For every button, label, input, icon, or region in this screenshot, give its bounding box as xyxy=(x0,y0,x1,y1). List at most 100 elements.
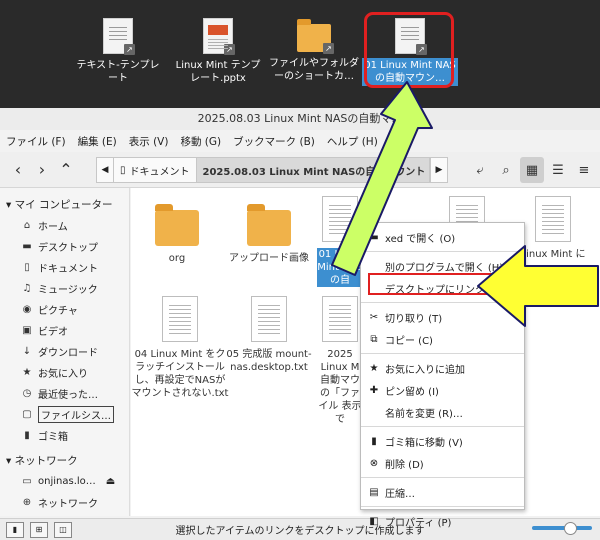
file-item-folder-upload-images[interactable]: アップロード画像 xyxy=(223,198,315,265)
properties-icon: ◧ xyxy=(369,515,379,527)
star-icon: ★ xyxy=(369,362,379,374)
menu-bookmarks[interactable]: ブックマーク (B) xyxy=(233,134,315,149)
forward-button[interactable]: › xyxy=(30,157,54,183)
back-button[interactable]: ‹ xyxy=(6,157,30,183)
menu-item-label: 切り取り (T) xyxy=(385,313,443,325)
eject-icon[interactable]: ⏏ xyxy=(106,476,115,487)
sidebar-section-network[interactable]: ▾ ネットワーク xyxy=(0,450,129,471)
sidebar-item-label: ピクチャ xyxy=(38,306,78,317)
window-titlebar[interactable]: 2025.08.03 Linux Mint NASの自動マ… xyxy=(0,108,600,130)
link-arrow-icon: ↗ xyxy=(124,44,135,55)
sidebar-item-label: ビデオ xyxy=(38,327,68,338)
menu-separator xyxy=(361,251,524,252)
sidebar-item-recent[interactable]: ◷ 最近使った… xyxy=(0,383,129,404)
menu-file[interactable]: ファイル (F) xyxy=(6,134,66,149)
sidebar-item-nas[interactable]: ▭ onjinas.lo… ⏏ xyxy=(0,471,129,492)
menu-item-label: 削除 (D) xyxy=(385,459,424,471)
network-icon: ⊕ xyxy=(22,497,32,508)
breadcrumb-right-arrow[interactable]: ▶ xyxy=(430,157,448,183)
menu-separator xyxy=(361,302,524,303)
file-item-04-txt[interactable]: 04 Linux Mint をクラッチインストールし、再設定でNASがマウントさ… xyxy=(131,296,229,400)
sidebar-item-pictures[interactable]: ◉ ピクチャ xyxy=(0,299,129,320)
zoom-slider[interactable] xyxy=(532,522,592,535)
file-label: 2025 Linux M 自動マウ の「ファイル 表示で xyxy=(318,349,362,425)
file-label: org xyxy=(168,253,186,264)
compact-view-button[interactable]: ≡ xyxy=(572,157,596,183)
desktop-icon-label: ファイルやフォルダーのショートカ… xyxy=(269,58,359,82)
archive-icon: ▤ xyxy=(369,486,379,498)
document-icon xyxy=(251,296,287,342)
video-icon: ▣ xyxy=(22,325,32,336)
menubar: ファイル (F) 編集 (E) 表示 (V) 移動 (G) ブックマーク (B)… xyxy=(0,130,600,152)
document-icon xyxy=(322,296,358,342)
sidebar-item-home[interactable]: ⌂ ホーム xyxy=(0,215,129,236)
sidebar-item-network[interactable]: ⊕ ネットワーク xyxy=(0,492,129,513)
menu-separator xyxy=(361,353,524,354)
menu-item-delete[interactable]: ⊗ 削除 (D) xyxy=(361,452,524,474)
file-item-folder-org[interactable]: org xyxy=(131,198,223,265)
sidebar-item-trash[interactable]: ▮ ゴミ箱 xyxy=(0,425,129,446)
menu-item-add-favorite[interactable]: ★ お気に入りに追加 xyxy=(361,357,524,379)
sidebar-item-documents[interactable]: ▯ ドキュメント xyxy=(0,257,129,278)
home-icon: ⌂ xyxy=(23,220,31,231)
menu-item-open-xed[interactable]: ▬ xed で開く (O) xyxy=(361,226,524,248)
context-menu: ▬ xed で開く (O) 別のプログラムで開く (H) デスクトップにリンクを作… xyxy=(360,222,525,529)
sidebar-item-filesystem[interactable]: ▢ ファイルシス… xyxy=(0,404,129,425)
up-button[interactable]: ⌃ xyxy=(54,157,78,183)
link-arrow-icon: ↗ xyxy=(224,44,235,55)
menu-item-label: お気に入りに追加 xyxy=(385,364,465,376)
menu-edit[interactable]: 編集 (E) xyxy=(78,134,117,149)
sidebar-item-label: onjinas.lo… xyxy=(38,476,96,487)
sidebar-item-downloads[interactable]: ↓ ダウンロード xyxy=(0,341,129,362)
breadcrumb: ◀ ▯ ドキュメント 2025.08.03 Linux Mint NASの自動マ… xyxy=(96,157,448,183)
file-item-selected[interactable]: 01 Linux Mint NASの自 xyxy=(317,196,363,287)
menu-item-compress[interactable]: ▤ 圧縮… xyxy=(361,481,524,503)
breadcrumb-label: 2025.08.03 Linux Mint NASの自動マウント xyxy=(202,166,426,178)
file-item-05-txt[interactable]: 05 完成版 mount-nas.desktop.txt xyxy=(223,296,315,374)
menu-separator xyxy=(361,477,524,478)
sidebar-item-music[interactable]: ♫ ミュージック xyxy=(0,278,129,299)
sidebar-item-favorites[interactable]: ★ お気に入り xyxy=(0,362,129,383)
trash-icon: ▮ xyxy=(371,435,377,447)
desktop-icon-shortcut-folder[interactable]: ↗ ファイルやフォルダーのショートカ… xyxy=(266,18,362,84)
menu-item-copy[interactable]: ⧉ コピー (C) xyxy=(361,328,524,350)
file-label: 05 完成版 mount-nas.desktop.txt xyxy=(226,349,312,373)
menu-go[interactable]: 移動 (G) xyxy=(180,134,221,149)
presentation-icon: ↗ xyxy=(203,18,235,55)
menu-item-pin[interactable]: ✚ ピン留め (I) xyxy=(361,379,524,401)
list-view-button[interactable]: ☰ xyxy=(546,157,570,183)
breadcrumb-label: ドキュメント xyxy=(129,166,190,178)
sidebar-section-my-computer[interactable]: ▾ マイ コンピューター xyxy=(0,194,129,215)
menu-item-cut[interactable]: ✂ 切り取り (T) xyxy=(361,306,524,328)
file-item-2025[interactable]: 2025 Linux M 自動マウ の「ファイル 表示で xyxy=(317,296,363,426)
breadcrumb-current[interactable]: 2025.08.03 Linux Mint NASの自動マウント xyxy=(196,157,430,183)
menu-view[interactable]: 表示 (V) xyxy=(129,134,169,149)
sidebar-item-desktop[interactable]: ▬ デスクトップ xyxy=(0,236,129,257)
document-icon xyxy=(162,296,198,342)
toggle-location-button[interactable]: ⤶ xyxy=(468,157,492,183)
menu-help[interactable]: ヘルプ (H) xyxy=(327,134,378,149)
breadcrumb-documents[interactable]: ▯ ドキュメント xyxy=(114,157,197,183)
sidebar-item-label: ミュージック xyxy=(38,285,98,296)
grid-icon: ▦ xyxy=(525,162,539,178)
scissors-icon: ✂ xyxy=(369,311,379,323)
folder-open-icon: ▬ xyxy=(369,231,379,243)
icon-view-button[interactable]: ▦ xyxy=(520,157,544,183)
chevron-left-icon: ‹ xyxy=(14,160,22,179)
search-button[interactable]: ⌕ xyxy=(494,157,518,183)
desktop: ↗ テキスト-テンプレート ↗ Linux Mint テンプレート.pptx ↗… xyxy=(0,0,600,108)
breadcrumb-left-arrow[interactable]: ◀ xyxy=(96,157,114,183)
sidebar-item-videos[interactable]: ▣ ビデオ xyxy=(0,320,129,341)
location-entry-icon: ⤶ xyxy=(476,162,484,178)
menu-item-rename[interactable]: 名前を変更 (R)… xyxy=(361,401,524,423)
camera-icon: ◉ xyxy=(22,304,32,315)
server-icon: ▭ xyxy=(22,476,32,487)
menu-item-properties[interactable]: ◧ プロパティ (P) xyxy=(361,510,524,532)
menu-item-move-trash[interactable]: ▮ ゴミ箱に移動 (V) xyxy=(361,430,524,452)
menu-item-label: ピン留め (I) xyxy=(385,386,439,398)
desktop-icon-pptx-template[interactable]: ↗ Linux Mint テンプレート.pptx xyxy=(170,18,266,86)
desktop-icon-text-template[interactable]: ↗ テキスト-テンプレート xyxy=(70,18,166,86)
view-buttons: ⤶ ⌕ ▦ ☰ ≡ xyxy=(468,157,596,183)
toolbar: ‹ › ⌃ ◀ ▯ ドキュメント 2025.08.03 Linux Mint N… xyxy=(0,152,600,188)
sidebar-section-label: ネットワーク xyxy=(14,455,78,467)
